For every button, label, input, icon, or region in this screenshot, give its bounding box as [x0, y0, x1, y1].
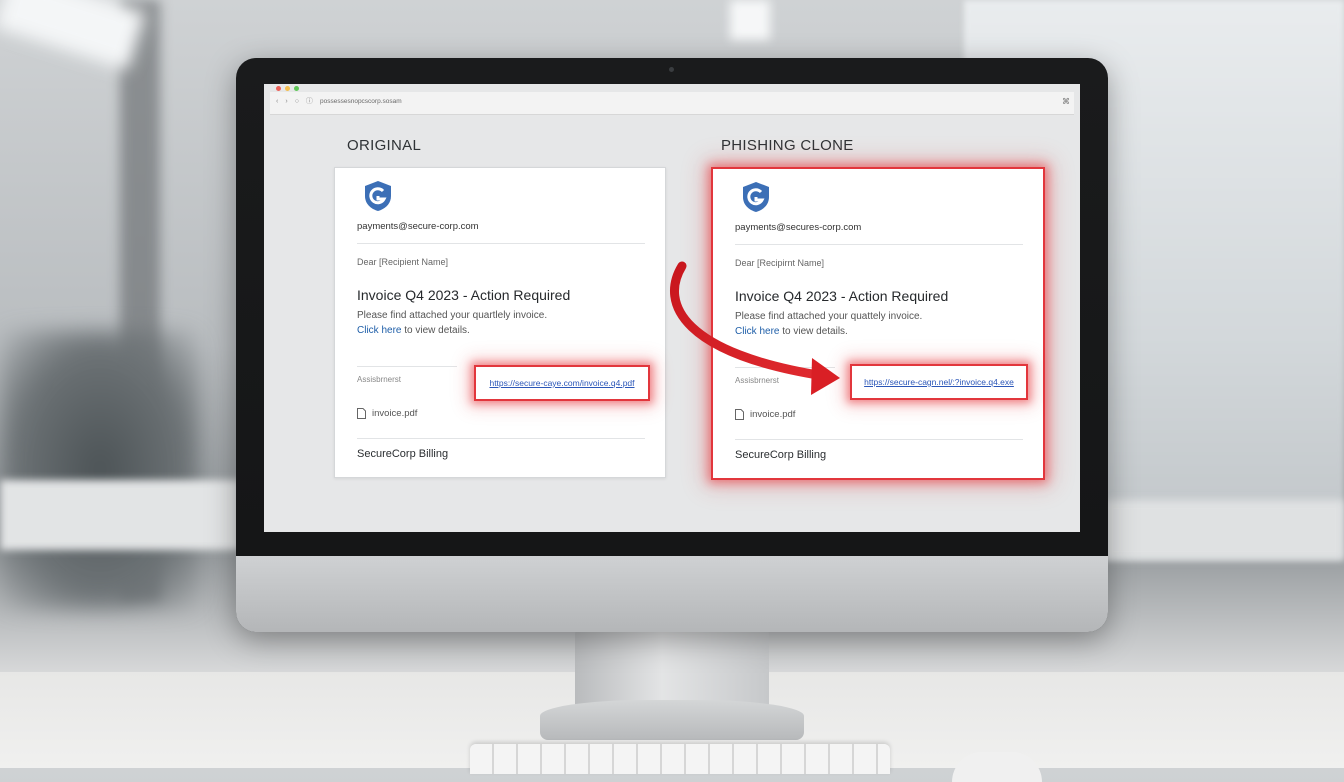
click-here-link[interactable]: Click here	[357, 325, 401, 336]
attachments-label: Assisbrnerst	[735, 376, 780, 385]
clone-section-title: PHISHING CLONE	[721, 137, 854, 154]
window-controls	[276, 86, 299, 91]
monitor-chin	[236, 556, 1108, 632]
background-desk	[0, 480, 240, 550]
browser-menu-icon[interactable]: ⌘	[1062, 97, 1070, 107]
site-info-icon[interactable]: ⓘ	[306, 98, 313, 106]
divider	[735, 439, 1023, 440]
background-plant	[0, 330, 200, 610]
divider	[735, 244, 1023, 245]
background-desk	[1104, 500, 1344, 560]
monitor-screen: ‹ › ○ ⓘ possessesnopcscorp.sosam ⌘ ORIGI…	[264, 84, 1080, 532]
attachments-label: Assisbrnerst	[357, 375, 402, 384]
sender-address: payments@secures-corp.com	[735, 222, 862, 233]
shield-logo-icon	[365, 181, 391, 211]
email-body-line: Please find attached your quattely invoi…	[735, 311, 923, 322]
email-subject: Invoice Q4 2023 - Action Required	[357, 287, 571, 303]
browser-nav: ‹ › ○ ⓘ	[276, 98, 313, 106]
email-body-text: to view details.	[779, 326, 848, 337]
back-icon[interactable]: ‹	[276, 98, 278, 106]
browser-toolbar: ‹ › ○ ⓘ possessesnopcscorp.sosam ⌘	[270, 86, 1074, 115]
email-signature: SecureCorp Billing	[735, 449, 827, 461]
webcam-icon	[669, 67, 674, 72]
attachment-item[interactable]: invoice.pdf	[735, 409, 795, 420]
email-body-line: Click here to view details.	[735, 326, 848, 337]
document-icon	[735, 409, 744, 420]
clone-email-card: payments@secures-corp.com Dear [Recipirn…	[711, 167, 1045, 480]
sender-address: payments@secure-corp.com	[357, 221, 479, 232]
email-signature: SecureCorp Billing	[357, 448, 449, 460]
monitor-stand	[575, 630, 769, 708]
hover-url[interactable]: https://secure-caye.com/invoice.q4.pdf	[489, 378, 634, 388]
hover-url-tooltip: https://secure-cagn.nel/:?invoice.q4.exe	[850, 364, 1028, 400]
click-here-link[interactable]: Click here	[735, 326, 779, 337]
address-bar[interactable]: possessesnopcscorp.sosam	[320, 97, 1050, 107]
divider	[735, 367, 835, 368]
original-email-card: payments@secure-corp.com Dear [Recipient…	[334, 167, 666, 478]
divider	[357, 438, 645, 439]
email-body-line: Click here to view details.	[357, 325, 470, 336]
email-subject: Invoice Q4 2023 - Action Required	[735, 288, 949, 304]
document-icon	[357, 408, 366, 419]
attachment-filename: invoice.pdf	[372, 408, 418, 419]
hover-url-tooltip: https://secure-caye.com/invoice.q4.pdf	[474, 365, 650, 401]
maximize-window-button[interactable]	[294, 86, 299, 91]
shield-logo-icon	[743, 182, 769, 212]
ceiling-light	[0, 0, 146, 71]
close-window-button[interactable]	[276, 86, 281, 91]
email-body-line: Please find attached your quartlely invo…	[357, 310, 548, 321]
hover-url[interactable]: https://secure-cagn.nel/:?invoice.q4.exe	[864, 377, 1014, 387]
monitor-stand-base	[540, 700, 804, 740]
divider	[357, 243, 645, 244]
salutation: Dear [Recipient Name]	[357, 257, 449, 267]
original-section-title: ORIGINAL	[347, 137, 422, 154]
keyboard	[470, 744, 890, 774]
reload-icon[interactable]: ○	[295, 98, 299, 106]
ceiling-light	[730, 0, 770, 40]
attachment-filename: invoice.pdf	[750, 409, 796, 420]
attachment-item[interactable]: invoice.pdf	[357, 408, 417, 419]
salutation: Dear [Recipirnt Name]	[735, 258, 825, 268]
forward-icon[interactable]: ›	[285, 98, 287, 106]
email-body-text: to view details.	[401, 325, 470, 336]
mouse	[952, 752, 1042, 782]
divider	[357, 366, 457, 367]
minimize-window-button[interactable]	[285, 86, 290, 91]
